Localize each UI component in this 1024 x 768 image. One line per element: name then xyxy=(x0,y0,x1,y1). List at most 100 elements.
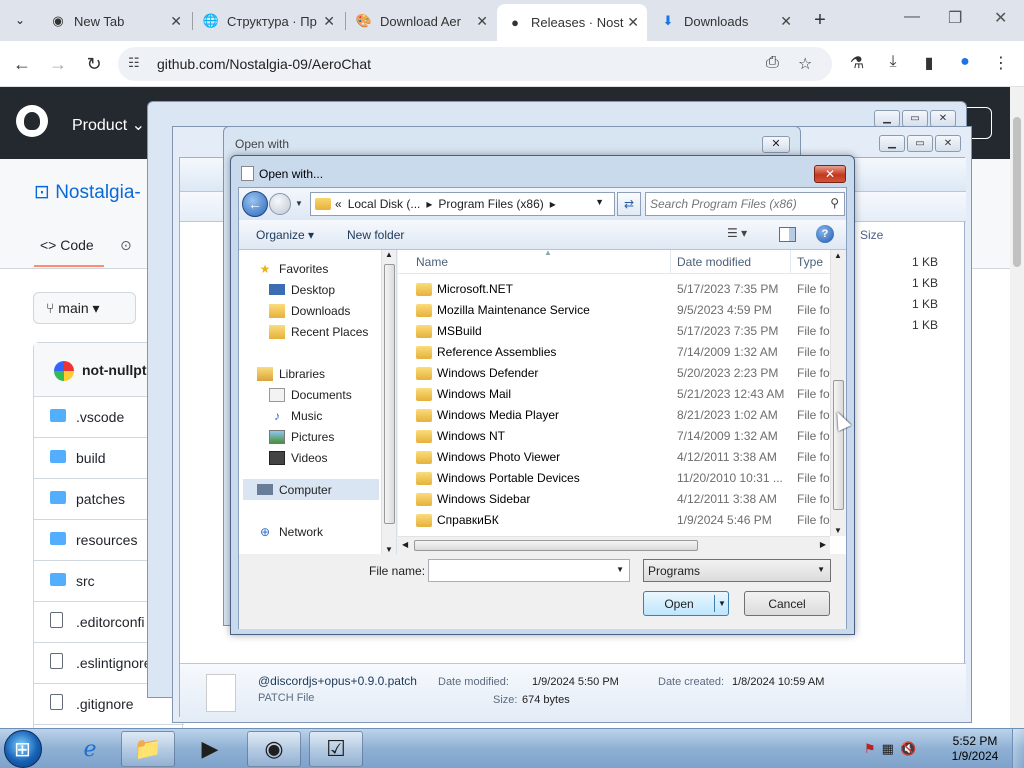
organize-button[interactable]: Organize ▾ xyxy=(256,228,314,242)
network-tray-icon[interactable]: ▦ xyxy=(882,741,894,757)
scrollbar-thumb[interactable] xyxy=(833,380,844,510)
repo-name-link[interactable]: ⊡ Nostalgia- xyxy=(34,181,141,204)
search-icon[interactable]: ⚲ xyxy=(830,196,839,210)
list-item[interactable]: Mozilla Maintenance Service 9/5/2023 4:59… xyxy=(398,300,830,321)
bookmark-star-icon[interactable]: ☆ xyxy=(798,54,812,74)
tab-download-aero[interactable]: 🎨 Download Aer ✕ xyxy=(346,6,496,36)
reload-icon[interactable]: ↻ xyxy=(82,52,106,76)
close-icon[interactable]: ✕ xyxy=(627,14,639,31)
list-item[interactable]: MSBuild 5/17/2023 7:35 PM File fol xyxy=(398,321,830,342)
scroll-right-icon[interactable]: ▶ xyxy=(820,540,826,549)
nav-computer[interactable]: Computer xyxy=(243,479,379,500)
flag-icon[interactable]: ⚑ xyxy=(864,741,876,757)
close-window-icon[interactable]: ✕ xyxy=(994,8,1007,28)
site-info-icon[interactable]: ☷ xyxy=(128,55,146,73)
tab-search-button[interactable]: ⌄ xyxy=(8,8,32,32)
forward-arrow-icon[interactable] xyxy=(269,193,291,215)
address-bar[interactable]: ☷ github.com/Nostalgia-09/AeroChat ⎙ ☆ xyxy=(118,47,832,81)
forward-arrow-icon[interactable]: → xyxy=(46,52,70,76)
nav-libraries[interactable]: Libraries xyxy=(257,363,397,384)
file-list-scrollbar[interactable]: ▲ ▼ xyxy=(830,250,846,536)
column-type[interactable]: Type xyxy=(797,255,823,269)
side-panel-icon[interactable]: ▮ xyxy=(918,53,940,73)
column-name[interactable]: Name xyxy=(416,255,448,269)
horizontal-scrollbar[interactable]: ◀ ▶ xyxy=(398,536,830,554)
install-app-icon[interactable]: ⎙ xyxy=(766,54,779,72)
tab-struktura[interactable]: 🌐 Структура · Пр ✕ xyxy=(193,6,343,36)
list-item[interactable]: Windows Media Player 8/21/2023 1:02 AM Fil… xyxy=(398,405,830,426)
restore-icon[interactable]: ❐ xyxy=(948,8,962,28)
new-tab-button[interactable]: + xyxy=(808,8,832,32)
avatar[interactable] xyxy=(54,361,74,381)
nav-favorites[interactable]: ★ Favorites xyxy=(257,258,397,279)
close-icon[interactable]: ✕ xyxy=(323,13,335,30)
github-logo-icon[interactable] xyxy=(16,105,48,137)
list-item[interactable]: Windows Defender 5/20/2023 2:23 PM File fo… xyxy=(398,363,830,384)
commit-author[interactable]: not-nullpt xyxy=(82,362,147,378)
product-menu[interactable]: Product ⌄ xyxy=(72,115,145,135)
list-item[interactable]: Windows Portable Devices 11/20/2010 10:31… xyxy=(398,468,830,489)
chevron-down-icon[interactable]: ▼ xyxy=(616,565,624,574)
list-item[interactable]: Microsoft.NET 5/17/2023 7:35 PM File fol xyxy=(398,279,830,300)
chevron-down-icon[interactable]: ▼ xyxy=(595,197,604,207)
scroll-down-icon[interactable]: ▼ xyxy=(834,526,842,535)
open-button[interactable]: Open ▼ xyxy=(643,591,729,616)
refresh-icon[interactable]: ⇄ xyxy=(617,192,641,216)
labs-flask-icon[interactable]: ⚗ xyxy=(846,53,868,73)
aero-app-taskbar-icon[interactable]: ☑ xyxy=(309,731,363,767)
back-arrow-icon[interactable]: ← xyxy=(10,52,34,76)
recent-locations-dropdown[interactable]: ▼ xyxy=(295,199,303,208)
tab-new-tab[interactable]: ◉ New Tab ✕ xyxy=(40,6,190,36)
size-column-header[interactable]: Size xyxy=(860,228,883,242)
list-item[interactable]: Windows Photo Viewer 4/12/2011 3:38 AM Fil… xyxy=(398,447,830,468)
menu-kebab-icon[interactable]: ⋮ xyxy=(990,53,1012,73)
profile-avatar-icon[interactable]: ● xyxy=(954,53,976,71)
tab-issues-icon[interactable]: ⊙ xyxy=(120,237,132,254)
breadcrumb-program-files[interactable]: Program Files (x86) xyxy=(438,197,543,211)
close-icon[interactable]: ✕ xyxy=(476,13,488,30)
back-arrow-icon[interactable]: ← xyxy=(242,191,268,217)
list-item[interactable]: Windows NT 7/14/2009 1:32 AM File fol xyxy=(398,426,830,447)
tab-downloads[interactable]: ⬇ Downloads ✕ xyxy=(650,6,800,36)
list-item[interactable]: Windows Sidebar 4/12/2011 3:38 AM File fol xyxy=(398,489,830,510)
scrollbar-thumb[interactable] xyxy=(1013,117,1021,267)
list-item[interactable]: Windows Mail 5/21/2023 12:43 AM File fol xyxy=(398,384,830,405)
scrollbar-thumb[interactable] xyxy=(414,540,698,551)
media-player-icon[interactable]: ▶ xyxy=(183,731,237,767)
tab-code[interactable]: <> Code xyxy=(40,237,94,253)
search-box[interactable]: ⚲ xyxy=(645,192,845,216)
clock[interactable]: 5:52 PM 1/9/2024 xyxy=(940,734,1010,764)
minimize-icon[interactable]: — xyxy=(904,8,920,26)
column-date-modified[interactable]: Date modified xyxy=(677,255,751,269)
nav-scrollbar[interactable]: ▲ ▼ xyxy=(381,250,396,554)
page-scrollbar[interactable] xyxy=(1010,87,1024,728)
branch-selector[interactable]: ⑂ main ▾ xyxy=(33,292,136,324)
maximize-icon[interactable]: ▭ xyxy=(902,110,928,127)
list-item[interactable]: Reference Assemblies 7/14/2009 1:32 AM Fil… xyxy=(398,342,830,363)
show-desktop-button[interactable] xyxy=(1012,729,1024,768)
volume-muted-icon[interactable]: 🔇 xyxy=(900,741,916,757)
scroll-down-icon[interactable]: ▼ xyxy=(385,545,393,554)
tab-releases[interactable]: ● Releases · Nost ✕ xyxy=(497,4,647,41)
start-button[interactable] xyxy=(4,730,42,768)
help-icon[interactable]: ? xyxy=(816,225,834,243)
open-options-dropdown[interactable]: ▼ xyxy=(718,599,726,608)
minimize-icon[interactable]: ▁ xyxy=(879,135,905,152)
close-icon[interactable]: ✕ xyxy=(930,110,956,127)
close-icon[interactable]: ✕ xyxy=(762,136,790,153)
close-button[interactable]: ✕ xyxy=(814,165,846,183)
filename-input[interactable]: ▼ xyxy=(428,559,630,582)
explorer-taskbar-icon[interactable]: 📁 xyxy=(121,731,175,767)
maximize-icon[interactable]: ▭ xyxy=(907,135,933,152)
breadcrumb[interactable]: « Local Disk (... ▸ Program Files (x86) … xyxy=(310,192,615,216)
file-type-select[interactable]: Programs ▼ xyxy=(643,559,831,582)
nav-network[interactable]: ⊕ Network xyxy=(257,521,397,542)
close-icon[interactable]: ✕ xyxy=(935,135,961,152)
downloads-icon[interactable]: ⤓ xyxy=(882,53,904,71)
internet-explorer-icon[interactable]: ℯ xyxy=(63,731,117,767)
new-folder-button[interactable]: New folder xyxy=(347,228,404,242)
chrome-taskbar-icon[interactable]: ◉ xyxy=(247,731,301,767)
scroll-up-icon[interactable]: ▲ xyxy=(834,251,842,260)
list-item[interactable]: СправкиБК 1/9/2024 5:46 PM File fol xyxy=(398,510,830,531)
view-options-icon[interactable]: ☰ ▾ xyxy=(727,226,747,240)
